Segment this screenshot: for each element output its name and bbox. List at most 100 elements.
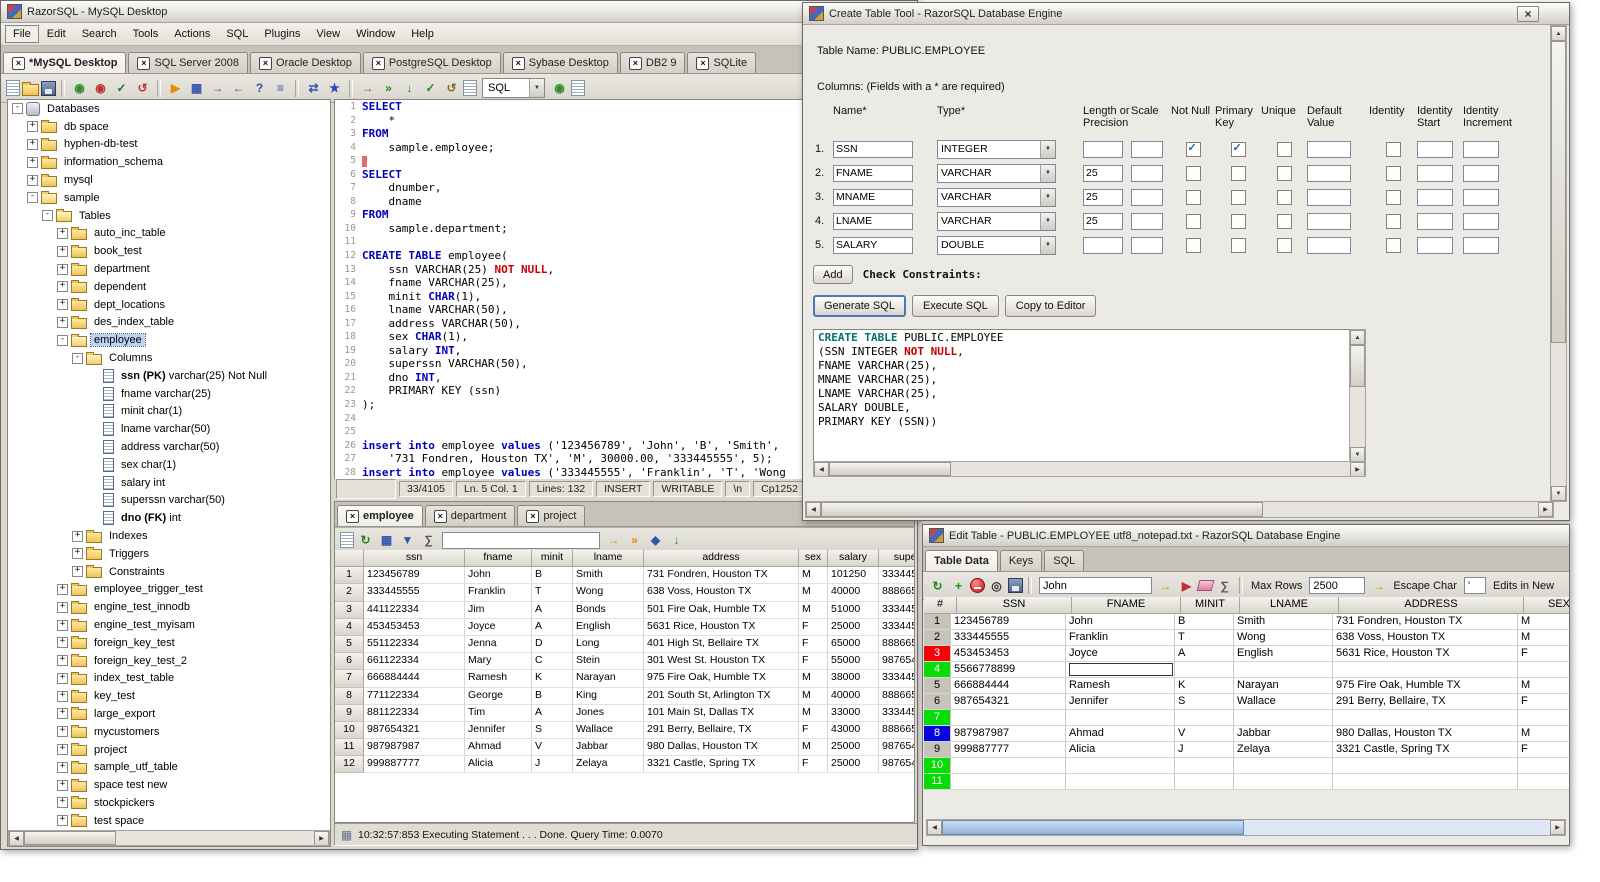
identity-checkbox[interactable] xyxy=(1385,165,1401,181)
identity-start-input[interactable] xyxy=(1417,236,1453,254)
collapse-icon[interactable]: - xyxy=(72,352,83,364)
tree-item-sample-utf-table[interactable]: + sample_utf_table xyxy=(8,758,330,776)
aggregate-icon[interactable]: ∑ xyxy=(1215,576,1234,595)
tree-item-auto-inc-table[interactable]: + auto_inc_table xyxy=(8,225,330,243)
sum-icon[interactable]: ∑ xyxy=(419,531,438,550)
tree-item-dept-locations[interactable]: + dept_locations xyxy=(8,296,330,314)
tree-item-employee[interactable]: - employee xyxy=(8,331,330,349)
editor-page-icon[interactable] xyxy=(463,80,477,96)
select-columns-icon[interactable]: ▼ xyxy=(398,531,417,550)
table-row[interactable]: 10 xyxy=(924,758,1569,774)
scale-input[interactable] xyxy=(1131,212,1163,230)
scroll-right-icon[interactable] xyxy=(1538,502,1553,517)
scrollbar-track[interactable] xyxy=(24,831,314,845)
column-type-combo[interactable]: DOUBLE xyxy=(937,235,1056,255)
close-tab-icon[interactable] xyxy=(371,56,385,70)
scroll-left-icon[interactable] xyxy=(814,462,829,476)
format-sql-icon[interactable]: ≡ xyxy=(271,79,290,98)
copy-grid-icon[interactable]: ▦ xyxy=(377,531,396,550)
table-row[interactable]: 12 999887777 Alicia J Zelaya 3321 Castle, Spr… xyxy=(335,756,914,774)
scrollbar-thumb[interactable] xyxy=(1551,41,1566,343)
table-row[interactable]: 3 441122334 Jim A Bonds 501 Fire Oak, Humble … xyxy=(335,601,914,619)
table-row[interactable]: 7 xyxy=(924,710,1569,726)
scroll-left-icon[interactable] xyxy=(806,502,821,517)
expand-icon[interactable]: + xyxy=(57,316,68,328)
close-tab-icon[interactable] xyxy=(526,509,540,523)
escape-char-input[interactable] xyxy=(1463,577,1486,594)
identity-checkbox[interactable] xyxy=(1385,237,1401,253)
expand-icon[interactable]: + xyxy=(57,619,68,631)
menu-view[interactable]: View xyxy=(308,25,348,43)
menu-tools[interactable]: Tools xyxy=(125,25,167,43)
scroll-right-icon[interactable] xyxy=(1550,820,1565,835)
go-last-icon[interactable]: » xyxy=(379,79,398,98)
close-tab-icon[interactable] xyxy=(137,56,151,70)
table-row[interactable]: 6 987654321 Jennifer S Wallace 291 Berry, Bel… xyxy=(924,694,1569,710)
menu-window[interactable]: Window xyxy=(348,25,403,43)
expand-icon[interactable]: + xyxy=(57,726,68,738)
execute-sql-button[interactable]: Execute SQL xyxy=(911,295,999,317)
scale-input[interactable] xyxy=(1131,140,1163,158)
tree-item-ssn-pk-varchar-25-not-null[interactable]: ssn (PK) varchar(25) Not Null xyxy=(8,367,330,385)
table-row[interactable]: 4 5566778899 xyxy=(924,662,1569,678)
table-row[interactable]: 7 666884444 Ramesh K Narayan 975 Fire Oak, Hu… xyxy=(335,670,914,688)
column-name-input[interactable] xyxy=(833,164,913,182)
close-tab-icon[interactable] xyxy=(346,509,359,523)
identity-checkbox[interactable] xyxy=(1385,213,1401,229)
chevron-down-icon[interactable] xyxy=(1040,140,1055,158)
scroll-up-icon[interactable] xyxy=(1350,330,1365,345)
scroll-down-icon[interactable] xyxy=(1350,447,1365,462)
identity-start-input[interactable] xyxy=(1417,140,1453,158)
tree-item-des-index-table[interactable]: + des_index_table xyxy=(8,314,330,332)
go-next-icon[interactable]: → xyxy=(358,79,377,98)
main-titlebar[interactable]: RazorSQL - MySQL Desktop xyxy=(1,1,917,23)
tree-item-columns[interactable]: - Columns xyxy=(8,349,330,367)
add-column-button[interactable]: Add xyxy=(813,265,853,284)
window-vertical-scrollbar[interactable] xyxy=(1550,25,1567,502)
expand-icon[interactable]: + xyxy=(57,299,68,311)
check-syntax-icon[interactable]: ✓ xyxy=(421,79,440,98)
scroll-left-icon[interactable] xyxy=(927,820,942,835)
scrollbar-thumb[interactable] xyxy=(821,502,1263,517)
go-down-icon[interactable]: ↓ xyxy=(400,79,419,98)
query-builder-icon[interactable]: ▦ xyxy=(187,79,206,98)
unique-checkbox[interactable] xyxy=(1276,237,1292,253)
refresh-results-icon[interactable]: ↻ xyxy=(356,531,375,550)
column-name-input[interactable] xyxy=(833,236,913,254)
find-next-icon[interactable]: → xyxy=(604,531,623,550)
tree-item-constraints[interactable]: + Constraints xyxy=(8,563,330,581)
result-tab-project[interactable]: project xyxy=(517,505,586,526)
expand-icon[interactable]: + xyxy=(57,245,68,257)
scroll-right-icon[interactable] xyxy=(314,831,329,845)
menu-search[interactable]: Search xyxy=(74,25,125,43)
tree-item-stockpickers[interactable]: + stockpickers xyxy=(8,794,330,812)
column-type-combo[interactable]: VARCHAR xyxy=(937,211,1056,231)
collapse-icon[interactable]: - xyxy=(12,103,23,115)
length-input[interactable] xyxy=(1083,212,1123,230)
unique-checkbox[interactable] xyxy=(1276,165,1292,181)
expand-icon[interactable]: + xyxy=(72,530,83,542)
connections-icon[interactable]: ◉ xyxy=(550,79,569,98)
tree-item-minit-char-1[interactable]: minit char(1) xyxy=(8,403,330,421)
column-header-num[interactable]: # xyxy=(924,597,957,614)
connection-tab-postgresql-desktop[interactable]: PostgreSQL Desktop xyxy=(362,52,501,73)
column-header-minit[interactable]: MINIT xyxy=(1181,597,1240,614)
column-name-input[interactable] xyxy=(833,212,913,230)
tree-item-address-varchar-50[interactable]: address varchar(50) xyxy=(8,438,330,456)
identity-checkbox[interactable] xyxy=(1385,189,1401,205)
column-header-lname[interactable]: LNAME xyxy=(1240,597,1339,614)
result-tab-employee[interactable]: employee xyxy=(337,505,423,526)
scale-input[interactable] xyxy=(1131,164,1163,182)
connect-icon[interactable]: ◉ xyxy=(70,79,89,98)
describe-table-icon[interactable]: ? xyxy=(250,79,269,98)
select-row-icon[interactable]: ▶ xyxy=(1177,576,1196,595)
table-row[interactable]: 2 333445555 Franklin T Wong 638 Voss, Houston… xyxy=(924,630,1569,646)
table-row[interactable]: 8 987987987 Ahmad V Jabbar 980 Dallas, Housto… xyxy=(924,726,1569,742)
generate-sql-button[interactable]: Generate SQL xyxy=(813,295,906,317)
identity-increment-input[interactable] xyxy=(1463,212,1499,230)
tree-item-indexes[interactable]: + Indexes xyxy=(8,527,330,545)
identity-increment-input[interactable] xyxy=(1463,164,1499,182)
tree-item-department[interactable]: + department xyxy=(8,260,330,278)
close-button[interactable] xyxy=(1517,5,1539,22)
table-row[interactable]: 4 453453453 Joyce A English 5631 Rice, Housto… xyxy=(335,618,914,636)
